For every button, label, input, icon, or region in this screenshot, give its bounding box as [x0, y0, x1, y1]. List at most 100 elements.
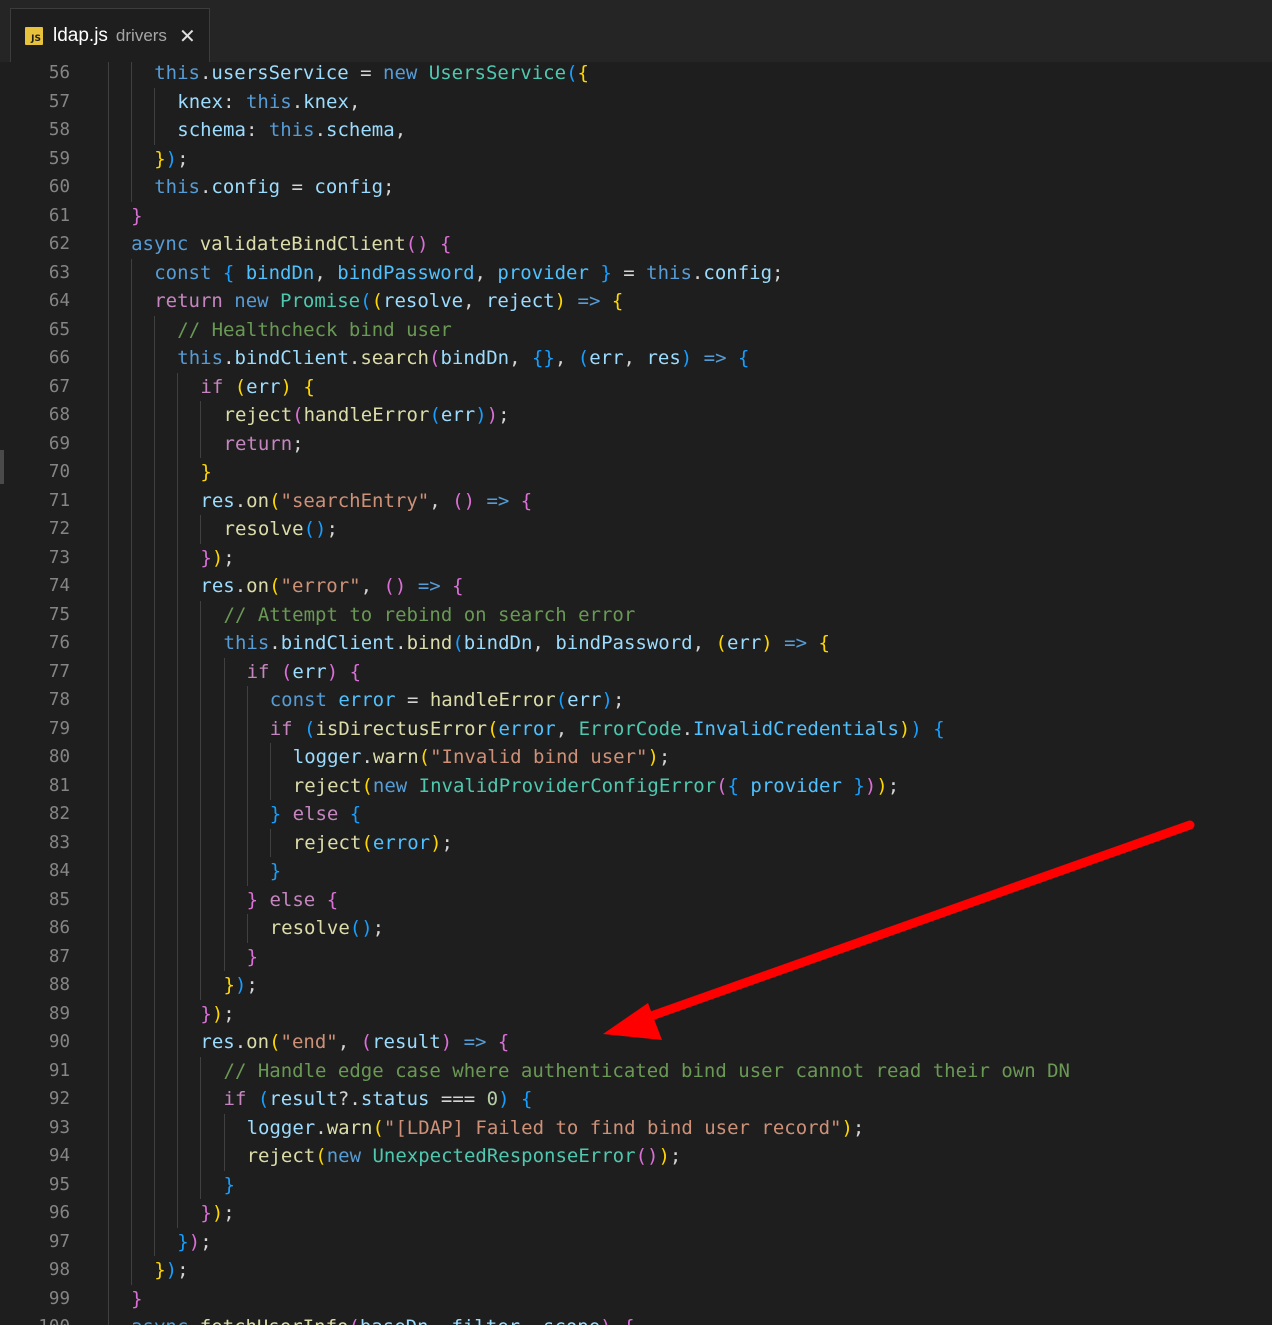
code-line-62[interactable]: 62 async validateBindClient() { — [0, 230, 1272, 259]
code-token: ; — [612, 689, 625, 711]
code-line-86[interactable]: 86 resolve(); — [0, 914, 1272, 943]
code-line-60[interactable]: 60 this.config = config; — [0, 173, 1272, 202]
code-line-56[interactable]: 56 this.usersService = new UsersService({ — [0, 62, 1272, 88]
indent-guide — [177, 657, 179, 686]
code-line-63[interactable]: 63 const { bindDn, bindPassword, provider… — [0, 258, 1272, 287]
code-text: resolve(); — [270, 914, 384, 943]
code-line-96[interactable]: 96}); — [0, 1199, 1272, 1228]
line-number: 89 — [48, 1003, 70, 1024]
code-line-99[interactable]: 99} — [0, 1284, 1272, 1313]
code-text: // Handle edge case where authenticated … — [224, 1057, 1070, 1086]
code-line-89[interactable]: 89}); — [0, 999, 1272, 1029]
indent-guide — [108, 116, 109, 145]
code-line-80[interactable]: 80 logger.warn("Invalid bind user"); — [0, 743, 1272, 772]
code-token: ; — [326, 518, 338, 540]
code-line-83[interactable]: 83 reject(error); — [0, 828, 1272, 858]
code-line-90[interactable]: 90 res.on("end", (result) => { — [0, 1028, 1272, 1057]
indent-guide — [223, 771, 225, 800]
code-text: reject(error); — [293, 829, 453, 858]
code-text: }); — [200, 1000, 234, 1029]
code-line-92[interactable]: 92 if (result?.status === 0) { — [0, 1085, 1272, 1114]
code-line-74[interactable]: 74 res.on("error", () => { — [0, 572, 1272, 601]
code-line-61[interactable]: 61} — [0, 201, 1272, 230]
code-line-97[interactable]: 97}); — [0, 1227, 1272, 1256]
close-icon[interactable]: ✕ — [179, 26, 196, 46]
code-line-69[interactable]: 69 return; — [0, 429, 1272, 458]
code-line-58[interactable]: 58 schema: this.schema, — [0, 116, 1272, 145]
code-token: = — [280, 176, 315, 198]
code-line-87[interactable]: 87} — [0, 942, 1272, 971]
code-line-78[interactable]: 78 const error = handleError(err); — [0, 686, 1272, 715]
code-token: } — [131, 1287, 143, 1310]
code-line-82[interactable]: 82} else { — [0, 800, 1272, 829]
code-line-72[interactable]: 72 resolve(); — [0, 515, 1272, 544]
code-line-76[interactable]: 76 this.bindClient.bind(bindDn, bindPassw… — [0, 629, 1272, 658]
indent-guide — [269, 743, 271, 772]
indent-guide — [154, 572, 156, 601]
code-token: . — [691, 261, 704, 284]
code-line-70[interactable]: 70} — [0, 458, 1272, 487]
code-line-94[interactable]: 94 reject(new UnexpectedResponseError()); — [0, 1142, 1272, 1171]
code-token: ; — [223, 546, 235, 569]
code-token: filter — [451, 1316, 520, 1325]
line-number: 60 — [48, 177, 70, 197]
code-line-81[interactable]: 81 reject(new InvalidProviderConfigError(… — [0, 771, 1272, 800]
code-token: ) — [864, 774, 877, 797]
code-token: return — [154, 290, 235, 312]
code-line-77[interactable]: 77 if (err) { — [0, 657, 1272, 686]
indent-guide — [154, 429, 156, 458]
code-token: knex — [177, 90, 224, 113]
indent-guide — [131, 629, 133, 658]
code-token: } — [200, 1202, 212, 1224]
code-token: this — [177, 347, 224, 369]
code-token: { — [303, 375, 315, 398]
code-token: . — [234, 489, 247, 512]
code-line-68[interactable]: 68 reject(handleError(err)); — [0, 401, 1272, 430]
line-number: 94 — [48, 1146, 70, 1166]
indent-guide — [108, 315, 109, 344]
code-token: error — [338, 689, 396, 711]
code-line-67[interactable]: 67 if (err) { — [0, 372, 1272, 401]
code-line-85[interactable]: 85} else { — [0, 885, 1272, 915]
code-line-75[interactable]: 75 // Attempt to rebind on search error — [0, 600, 1272, 629]
code-line-65[interactable]: 65 // Healthcheck bind user — [0, 315, 1272, 344]
code-line-79[interactable]: 79 if (isDirectusError(error, ErrorCode.I… — [0, 714, 1272, 743]
code-token: ( — [348, 1316, 359, 1325]
code-line-100[interactable]: 100 async fetchUserInfo(baseDn, filter, s… — [0, 1313, 1272, 1325]
code-line-66[interactable]: 66 this.bindClient.search(bindDn, {}, (er… — [0, 344, 1272, 373]
code-token: = — [348, 62, 384, 84]
indent-guide — [108, 1313, 109, 1325]
indent-guide — [108, 458, 109, 487]
indent-guide — [108, 885, 109, 914]
code-line-93[interactable]: 93 logger.warn("[LDAP] Failed to find bin… — [0, 1113, 1272, 1142]
code-token: ; — [441, 831, 453, 854]
code-line-88[interactable]: 88}); — [0, 971, 1272, 1000]
code-line-57[interactable]: 57 knex: this.knex, — [0, 87, 1272, 116]
code-line-95[interactable]: 95} — [0, 1170, 1272, 1200]
code-token: () — [383, 575, 407, 597]
code-text: } — [224, 1171, 235, 1200]
code-editor[interactable]: 56 this.usersService = new UsersService({… — [0, 62, 1272, 1325]
code-token: . — [314, 119, 327, 141]
code-line-91[interactable]: 91 // Handle edge case where authenticate… — [0, 1056, 1272, 1086]
code-token: } — [200, 546, 212, 569]
code-line-98[interactable]: 98}); — [0, 1256, 1272, 1285]
tab-filename: ldap.js — [53, 24, 108, 46]
indent-guide — [200, 800, 202, 829]
code-line-71[interactable]: 71 res.on("searchEntry", () => { — [0, 486, 1272, 515]
code-text: } else { — [247, 886, 339, 915]
code-line-59[interactable]: 59}); — [0, 144, 1272, 173]
code-token: ( — [715, 632, 727, 654]
line-number: 65 — [48, 319, 70, 340]
code-token: ( — [360, 1031, 373, 1053]
code-line-64[interactable]: 64 return new Promise((resolve, reject) =… — [0, 287, 1272, 316]
code-line-73[interactable]: 73}); — [0, 543, 1272, 572]
indent-guide — [223, 885, 225, 914]
indent-guide — [131, 572, 133, 601]
indent-guide — [223, 714, 225, 743]
code-line-84[interactable]: 84} — [0, 857, 1272, 886]
line-number: 76 — [48, 633, 70, 653]
tab-ldap-js[interactable]: JS ldap.js drivers ✕ — [10, 8, 210, 62]
code-token: , — [314, 261, 338, 284]
code-token: UsersService — [428, 62, 567, 84]
